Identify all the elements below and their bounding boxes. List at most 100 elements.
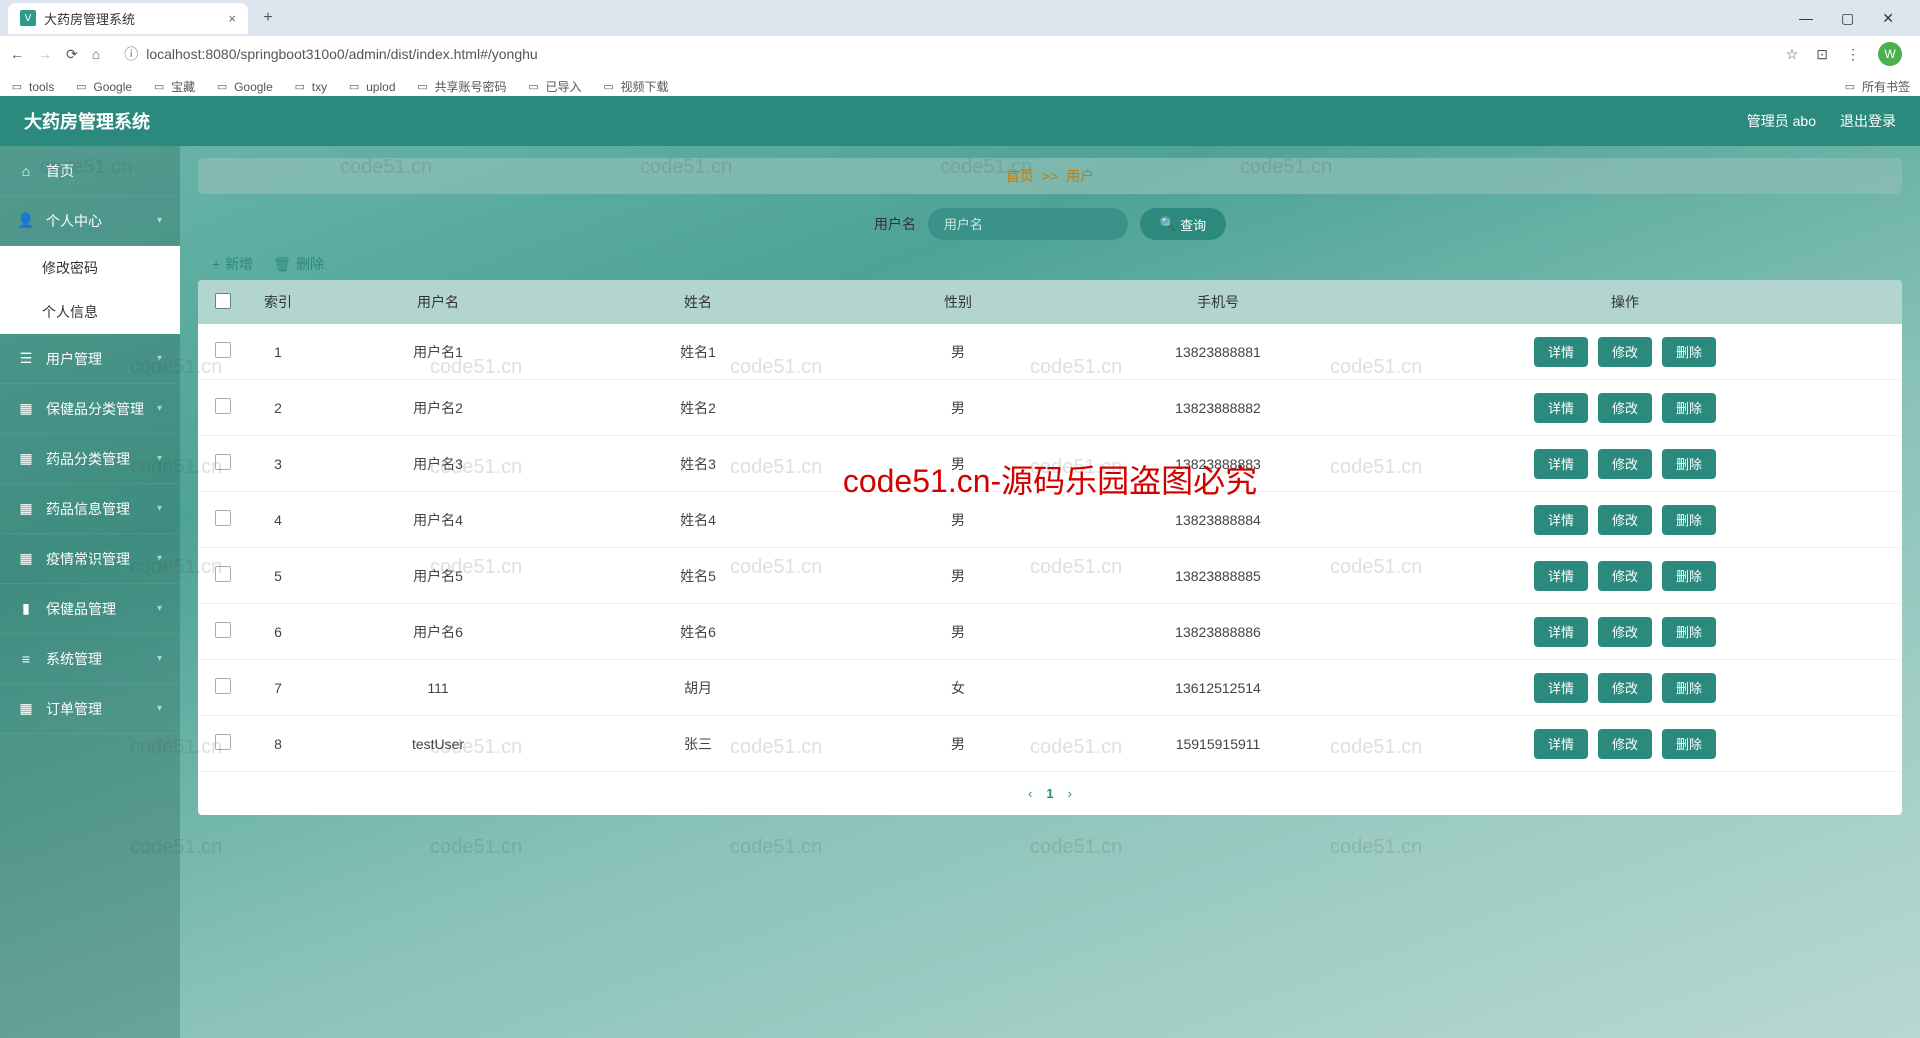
row-checkbox[interactable] — [215, 678, 231, 694]
bookmark-item[interactable]: ▭视频下载 — [602, 78, 669, 95]
detail-button[interactable]: 详情 — [1534, 505, 1588, 535]
edit-button[interactable]: 修改 — [1598, 393, 1652, 423]
tab-title: 大药房管理系统 — [44, 9, 135, 28]
sidebar-item-4[interactable]: ▦药品分类管理▾ — [0, 434, 180, 484]
star-icon[interactable]: ☆ — [1786, 46, 1799, 63]
sidebar-item-0[interactable]: ⌂首页 — [0, 146, 180, 196]
row-delete-button[interactable]: 删除 — [1662, 449, 1716, 479]
row-delete-button[interactable]: 删除 — [1662, 505, 1716, 535]
home-icon[interactable]: ⌂ — [92, 46, 100, 62]
detail-button[interactable]: 详情 — [1534, 617, 1588, 647]
add-button[interactable]: + 新增 — [212, 254, 253, 274]
table-row: 8testUser张三男15915915911详情修改删除 — [198, 716, 1902, 772]
reload-icon[interactable]: ⟳ — [66, 46, 78, 63]
all-bookmarks[interactable]: ▭ 所有书签 — [1843, 78, 1910, 95]
sidebar-item-6[interactable]: ▦疫情常识管理▾ — [0, 534, 180, 584]
cell-phone: 13823888882 — [1088, 400, 1348, 416]
search-input[interactable] — [928, 208, 1128, 240]
sidebar-item-5[interactable]: ▦药品信息管理▾ — [0, 484, 180, 534]
cell-index: 3 — [248, 456, 308, 472]
detail-button[interactable]: 详情 — [1534, 561, 1588, 591]
edit-button[interactable]: 修改 — [1598, 673, 1652, 703]
grid-icon: ▦ — [18, 550, 34, 567]
bookmark-item[interactable]: ▭txy — [293, 78, 327, 95]
edit-button[interactable]: 修改 — [1598, 729, 1652, 759]
sidebar-subitem[interactable]: 个人信息 — [0, 290, 180, 334]
sidebar-item-1[interactable]: 👤个人中心▾ — [0, 196, 180, 246]
extensions-icon[interactable]: ⊡ — [1816, 46, 1828, 63]
detail-button[interactable]: 详情 — [1534, 673, 1588, 703]
edit-button[interactable]: 修改 — [1598, 617, 1652, 647]
row-checkbox[interactable] — [215, 622, 231, 638]
breadcrumb-home[interactable]: 首页 — [1006, 166, 1034, 186]
row-delete-button[interactable]: 删除 — [1662, 673, 1716, 703]
bookmark-item[interactable]: ▭Google — [215, 78, 273, 95]
url-box[interactable]: ⓘ localhost:8080/springboot310o0/admin/d… — [114, 40, 1772, 68]
table-row: 4用户名4姓名4男13823888884详情修改删除 — [198, 492, 1902, 548]
cell-phone: 13612512514 — [1088, 680, 1348, 696]
sidebar-item-9[interactable]: ▦订单管理▾ — [0, 684, 180, 734]
detail-button[interactable]: 详情 — [1534, 729, 1588, 759]
edit-button[interactable]: 修改 — [1598, 449, 1652, 479]
folder-icon: ▭ — [416, 80, 430, 94]
bookmark-item[interactable]: ▭宝藏 — [152, 78, 195, 95]
row-delete-button[interactable]: 删除 — [1662, 729, 1716, 759]
edit-button[interactable]: 修改 — [1598, 337, 1652, 367]
bookmark-item[interactable]: ▭已导入 — [527, 78, 582, 95]
bookmark-item[interactable]: ▭tools — [10, 78, 54, 95]
row-checkbox[interactable] — [215, 454, 231, 470]
detail-button[interactable]: 详情 — [1534, 393, 1588, 423]
grid-icon: ▦ — [18, 450, 34, 467]
table-row: 5用户名5姓名5男13823888885详情修改删除 — [198, 548, 1902, 604]
row-checkbox[interactable] — [215, 510, 231, 526]
delete-button[interactable]: 🗑 删除 — [273, 254, 324, 274]
minimize-icon[interactable]: — — [1799, 10, 1813, 27]
row-checkbox[interactable] — [215, 342, 231, 358]
bookmark-item[interactable]: ▭共享账号密码 — [416, 78, 507, 95]
edit-button[interactable]: 修改 — [1598, 561, 1652, 591]
search-button[interactable]: 🔍 查询 — [1140, 208, 1226, 240]
profile-avatar[interactable]: W — [1878, 42, 1902, 66]
chevron-down-icon: ▾ — [157, 215, 162, 226]
row-delete-button[interactable]: 删除 — [1662, 561, 1716, 591]
app-header: 大药房管理系统 管理员 abo 退出登录 — [0, 96, 1920, 146]
admin-label[interactable]: 管理员 abo — [1747, 111, 1816, 131]
next-page-icon[interactable]: › — [1068, 786, 1072, 801]
maximize-icon[interactable]: ▢ — [1841, 10, 1854, 27]
edit-button[interactable]: 修改 — [1598, 505, 1652, 535]
site-info-icon[interactable]: ⓘ — [124, 44, 138, 64]
forward-icon[interactable]: → — [38, 46, 52, 62]
sidebar-item-8[interactable]: ≡系统管理▾ — [0, 634, 180, 684]
row-checkbox[interactable] — [215, 734, 231, 750]
row-delete-button[interactable]: 删除 — [1662, 393, 1716, 423]
grid-icon: ▦ — [18, 400, 34, 417]
detail-button[interactable]: 详情 — [1534, 337, 1588, 367]
bookmark-item[interactable]: ▭uplod — [347, 78, 395, 95]
new-tab-button[interactable]: + — [254, 4, 282, 32]
sidebar-subitem[interactable]: 修改密码 — [0, 246, 180, 290]
close-tab-icon[interactable]: × — [228, 11, 236, 26]
close-window-icon[interactable]: ✕ — [1882, 10, 1894, 27]
row-delete-button[interactable]: 删除 — [1662, 617, 1716, 647]
menu-icon[interactable]: ⋮ — [1846, 46, 1860, 63]
row-checkbox[interactable] — [215, 566, 231, 582]
browser-tab[interactable]: V 大药房管理系统 × — [8, 3, 248, 34]
bookmark-item[interactable]: ▭Google — [74, 78, 132, 95]
row-checkbox[interactable] — [215, 398, 231, 414]
table-row: 1用户名1姓名1男13823888881详情修改删除 — [198, 324, 1902, 380]
sidebar-item-3[interactable]: ▦保健品分类管理▾ — [0, 384, 180, 434]
page-number[interactable]: 1 — [1046, 786, 1053, 801]
select-all-checkbox[interactable] — [215, 293, 231, 309]
prev-page-icon[interactable]: ‹ — [1028, 786, 1032, 801]
bar-icon: ▮ — [18, 600, 34, 617]
logout-link[interactable]: 退出登录 — [1840, 111, 1896, 131]
sidebar-item-7[interactable]: ▮保健品管理▾ — [0, 584, 180, 634]
chevron-down-icon: ▾ — [157, 503, 162, 514]
row-delete-button[interactable]: 删除 — [1662, 337, 1716, 367]
folder-icon: ▭ — [1843, 80, 1857, 94]
back-icon[interactable]: ← — [10, 46, 24, 62]
list-icon: ☰ — [18, 350, 34, 367]
search-label: 用户名 — [874, 214, 916, 234]
detail-button[interactable]: 详情 — [1534, 449, 1588, 479]
sidebar-item-2[interactable]: ☰用户管理▾ — [0, 334, 180, 384]
